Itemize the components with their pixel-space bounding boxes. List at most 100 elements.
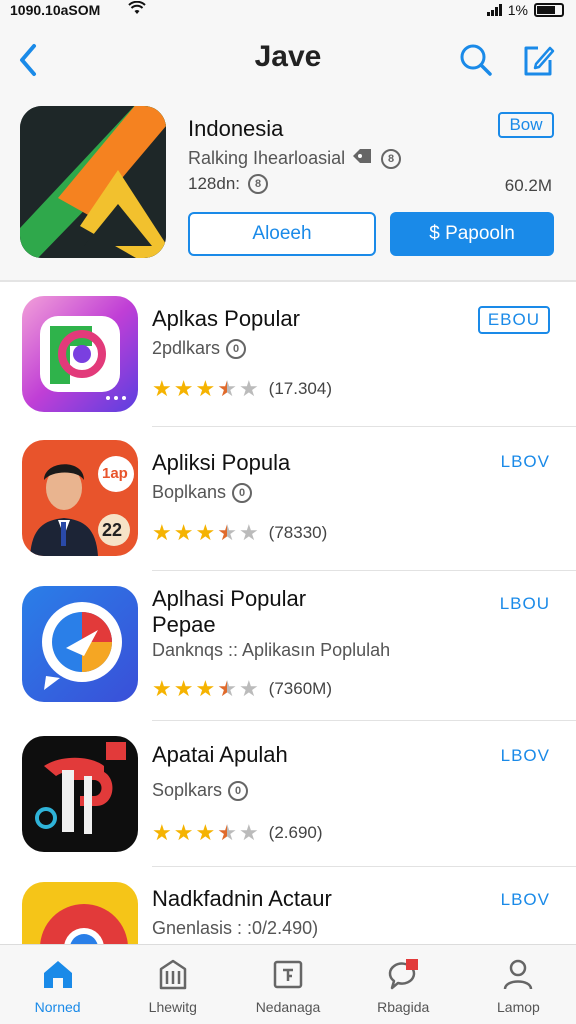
star-full-icon: ★ — [195, 676, 216, 701]
star-full-icon: ★ — [195, 376, 216, 401]
featured-badge[interactable]: Bow — [498, 112, 554, 138]
tab-label: Norned — [34, 999, 81, 1015]
badge-number: 22 — [102, 520, 123, 540]
calendar-icon — [271, 957, 305, 991]
star-rating: ★ ★ ★ ★ ★ (17.304) — [152, 378, 332, 400]
divider — [152, 720, 576, 721]
get-button[interactable]: LBOU — [500, 594, 550, 614]
tab-label: Rbagida — [377, 999, 430, 1015]
brand-app-icon — [22, 736, 138, 852]
star-rating: ★ ★ ★ ★ ★ (78330) — [152, 522, 327, 544]
signal-icon — [486, 4, 502, 16]
tab-manage[interactable]: Nedanaga — [230, 945, 345, 1024]
tab-profile[interactable]: Lamop — [461, 945, 576, 1024]
get-button[interactable]: EBOU — [477, 306, 550, 334]
app-name: Apatai Apulah — [152, 742, 288, 767]
star-full-icon: ★ — [152, 676, 172, 701]
star-half-icon: ★ — [217, 676, 237, 701]
get-button[interactable]: LBOV — [501, 746, 550, 766]
tab-label: Lamop — [497, 999, 540, 1015]
star-empty-icon: ★ — [238, 520, 259, 545]
star-full-icon: ★ — [152, 376, 172, 401]
list-item[interactable]: Apatai Apulah Soplkars 0 ★ ★ ★ ★ ★ (2.690) LB… — [0, 722, 576, 868]
featured-secondary-button[interactable]: Aloeeh — [188, 212, 376, 256]
star-half-icon: ★ — [217, 520, 237, 545]
star-full-icon: ★ — [173, 376, 194, 401]
badge-label: 1ap — [102, 465, 128, 482]
tab-label: Lhewitg — [148, 999, 197, 1015]
star-full-icon: ★ — [195, 520, 216, 545]
tab-bar: Norned Lhewitg Nedanaga Rbagida Lamop — [0, 944, 576, 1024]
compose-icon[interactable] — [520, 42, 556, 78]
star-full-icon: ★ — [173, 520, 194, 545]
star-empty-icon: ★ — [238, 676, 259, 701]
tab-label: Nedanaga — [255, 999, 321, 1015]
nav-bar: Jave — [0, 22, 576, 98]
info-badge: 8 — [248, 174, 268, 194]
app-subtitle: Soplkars 0 — [152, 780, 249, 801]
battery-percent: 1% — [507, 2, 528, 18]
star-half-icon: ★ — [217, 820, 237, 845]
star-full-icon: ★ — [195, 820, 216, 845]
rating-count: (17.304) — [268, 379, 332, 398]
person-icon — [501, 957, 535, 991]
wifi-icon — [128, 0, 146, 18]
info-badge: 0 — [228, 780, 249, 801]
featured-app-icon[interactable] — [20, 106, 166, 258]
rating-count: (2.690) — [268, 823, 323, 842]
home-icon — [41, 957, 75, 991]
app-name: Apliksi Popula — [152, 450, 291, 475]
featured-size: 60.2M — [504, 176, 552, 195]
star-rating: ★ ★ ★ ★ ★ (2.690) — [152, 822, 323, 844]
app-subtitle: Boplkans 0 — [152, 482, 253, 503]
star-half-icon: ★ — [217, 376, 237, 401]
rating-count: (7360M) — [268, 679, 332, 698]
star-empty-icon: ★ — [238, 820, 259, 845]
rating-count: (78330) — [268, 523, 328, 542]
divider — [152, 426, 576, 427]
star-rating: ★ ★ ★ ★ ★ (7360M) — [152, 678, 332, 700]
featured-app-card: Indonesia Bow Ralking Ihearloasial 8 128… — [0, 98, 576, 282]
app-name: Aplhasi Popular Pepae — [152, 586, 307, 637]
tab-library[interactable]: Lhewitg — [115, 945, 230, 1024]
star-full-icon: ★ — [152, 520, 172, 545]
star-full-icon: ★ — [173, 820, 194, 845]
chat-app-icon — [22, 586, 138, 702]
tab-messages[interactable]: Rbagida — [346, 945, 461, 1024]
info-badge: 0 — [226, 338, 247, 359]
info-badge: 0 — [232, 482, 253, 503]
get-button[interactable]: LBOV — [501, 452, 550, 472]
featured-primary-button[interactable]: $ Papooln — [390, 212, 554, 256]
chat-bubble-icon — [386, 957, 420, 991]
tab-home[interactable]: Norned — [0, 945, 115, 1024]
list-item[interactable]: Nadkfadnin Actaur Gnenlasis : :0/2.490) … — [0, 868, 576, 944]
search-icon[interactable] — [458, 42, 494, 78]
get-button[interactable]: LBOV — [501, 890, 550, 910]
camera-app-icon — [22, 296, 138, 412]
dollar-icon: $ — [429, 223, 440, 244]
divider — [152, 866, 576, 867]
info-badge: 8 — [381, 148, 402, 169]
star-full-icon: ★ — [173, 676, 194, 701]
list-item[interactable]: Aplhasi Popular Pepae Danknqs :: Aplikas… — [0, 572, 576, 722]
list-item[interactable]: Aplkas Popular 2pdlkars 0 ★ ★ ★ ★ ★ (17.304) … — [0, 284, 576, 428]
star-full-icon: ★ — [152, 820, 172, 845]
star-empty-icon: ★ — [238, 376, 259, 401]
app-subtitle: Danknqs :: Aplikasın Poplulah — [152, 640, 391, 660]
featured-subtitle: Ralking Ihearloasial 8 — [188, 146, 402, 171]
library-icon — [156, 957, 190, 991]
battery-icon — [534, 3, 564, 17]
profile-app-icon: 1ap 22 — [22, 440, 138, 556]
divider — [152, 570, 576, 571]
browser-app-icon — [22, 882, 138, 944]
list-item[interactable]: 1ap 22 Apliksi Popula Boplkans 0 ★ ★ ★ ★ ★ (7… — [0, 428, 576, 572]
app-subtitle: Gnenlasis : :0/2.490) — [152, 918, 319, 938]
status-time: 1090.10aSOM — [10, 2, 101, 18]
tag-icon — [351, 146, 375, 171]
featured-app-name: Indonesia — [188, 116, 284, 141]
status-bar: 1090.10aSOM 1% — [0, 0, 576, 22]
app-name: Nadkfadnin Actaur — [152, 886, 332, 911]
app-subtitle: 2pdlkars 0 — [152, 338, 247, 359]
app-name: Aplkas Popular — [152, 306, 300, 331]
featured-size-left: 128dn: 8 — [188, 174, 268, 194]
